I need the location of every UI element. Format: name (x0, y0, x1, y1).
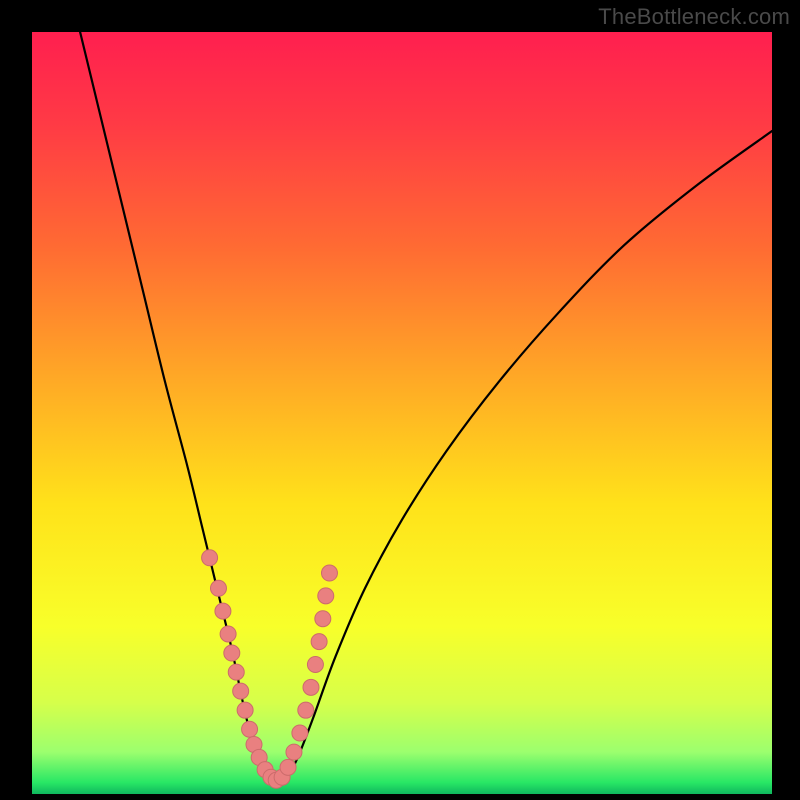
sample-point (311, 634, 327, 650)
bottleneck-curve (80, 32, 772, 783)
sample-point (318, 588, 334, 604)
sample-point (286, 744, 302, 760)
sample-point (315, 611, 331, 627)
sample-points (202, 550, 338, 789)
sample-point (242, 721, 258, 737)
sample-point (233, 683, 249, 699)
sample-point (220, 626, 236, 642)
sample-point (292, 725, 308, 741)
sample-point (224, 645, 240, 661)
sample-point (228, 664, 244, 680)
watermark-text: TheBottleneck.com (598, 4, 790, 30)
sample-point (215, 603, 231, 619)
sample-point (280, 759, 296, 775)
sample-point (237, 702, 253, 718)
sample-point (303, 679, 319, 695)
sample-point (298, 702, 314, 718)
sample-point (307, 656, 323, 672)
sample-point (321, 565, 337, 581)
sample-point (210, 580, 226, 596)
sample-point (202, 550, 218, 566)
